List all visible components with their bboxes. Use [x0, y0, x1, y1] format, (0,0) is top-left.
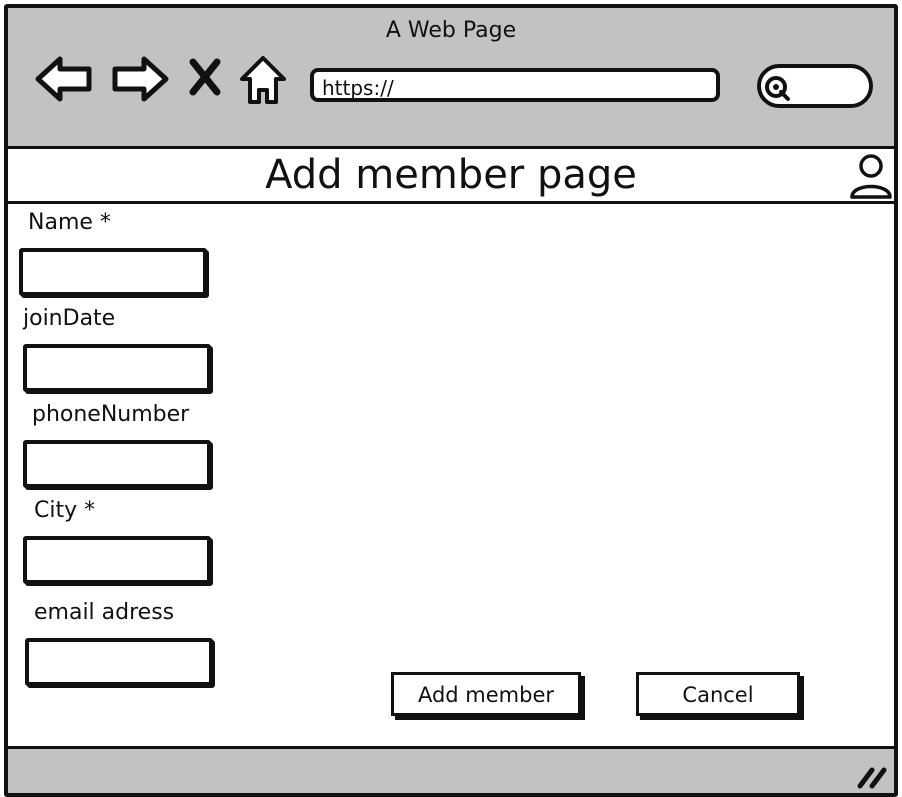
- search-icon: [765, 76, 790, 101]
- name-field[interactable]: [19, 248, 207, 296]
- resize-grip-icon[interactable]: [856, 764, 890, 790]
- window-title: A Web Page: [385, 18, 517, 43]
- joindate-label: joinDate: [23, 306, 116, 331]
- email-address-field[interactable]: [25, 638, 213, 686]
- close-x-icon[interactable]: [188, 58, 222, 96]
- url-input[interactable]: https://: [310, 68, 720, 102]
- home-icon[interactable]: [238, 54, 288, 106]
- back-arrow-icon[interactable]: [34, 54, 96, 104]
- page-title: Add member page: [265, 152, 637, 198]
- status-bar: [8, 746, 894, 793]
- city-label: City *: [34, 498, 96, 523]
- email-address-label: email adress: [34, 600, 175, 625]
- cancel-button[interactable]: Cancel: [636, 672, 800, 716]
- browser-toolbar: A Web Page https://: [8, 8, 894, 149]
- add-member-button[interactable]: Add member: [391, 672, 581, 716]
- phone-number-field[interactable]: [23, 440, 211, 488]
- joindate-field[interactable]: [23, 344, 211, 392]
- phone-number-label: phoneNumber: [32, 402, 190, 427]
- user-icon[interactable]: [849, 153, 893, 199]
- search-input[interactable]: [757, 64, 873, 108]
- name-label: Name *: [28, 210, 111, 235]
- browser-window: A Web Page https:// Add member page Name…: [4, 4, 898, 797]
- city-field[interactable]: [23, 536, 211, 584]
- page-header: Add member page: [8, 149, 894, 204]
- forward-arrow-icon[interactable]: [108, 54, 170, 104]
